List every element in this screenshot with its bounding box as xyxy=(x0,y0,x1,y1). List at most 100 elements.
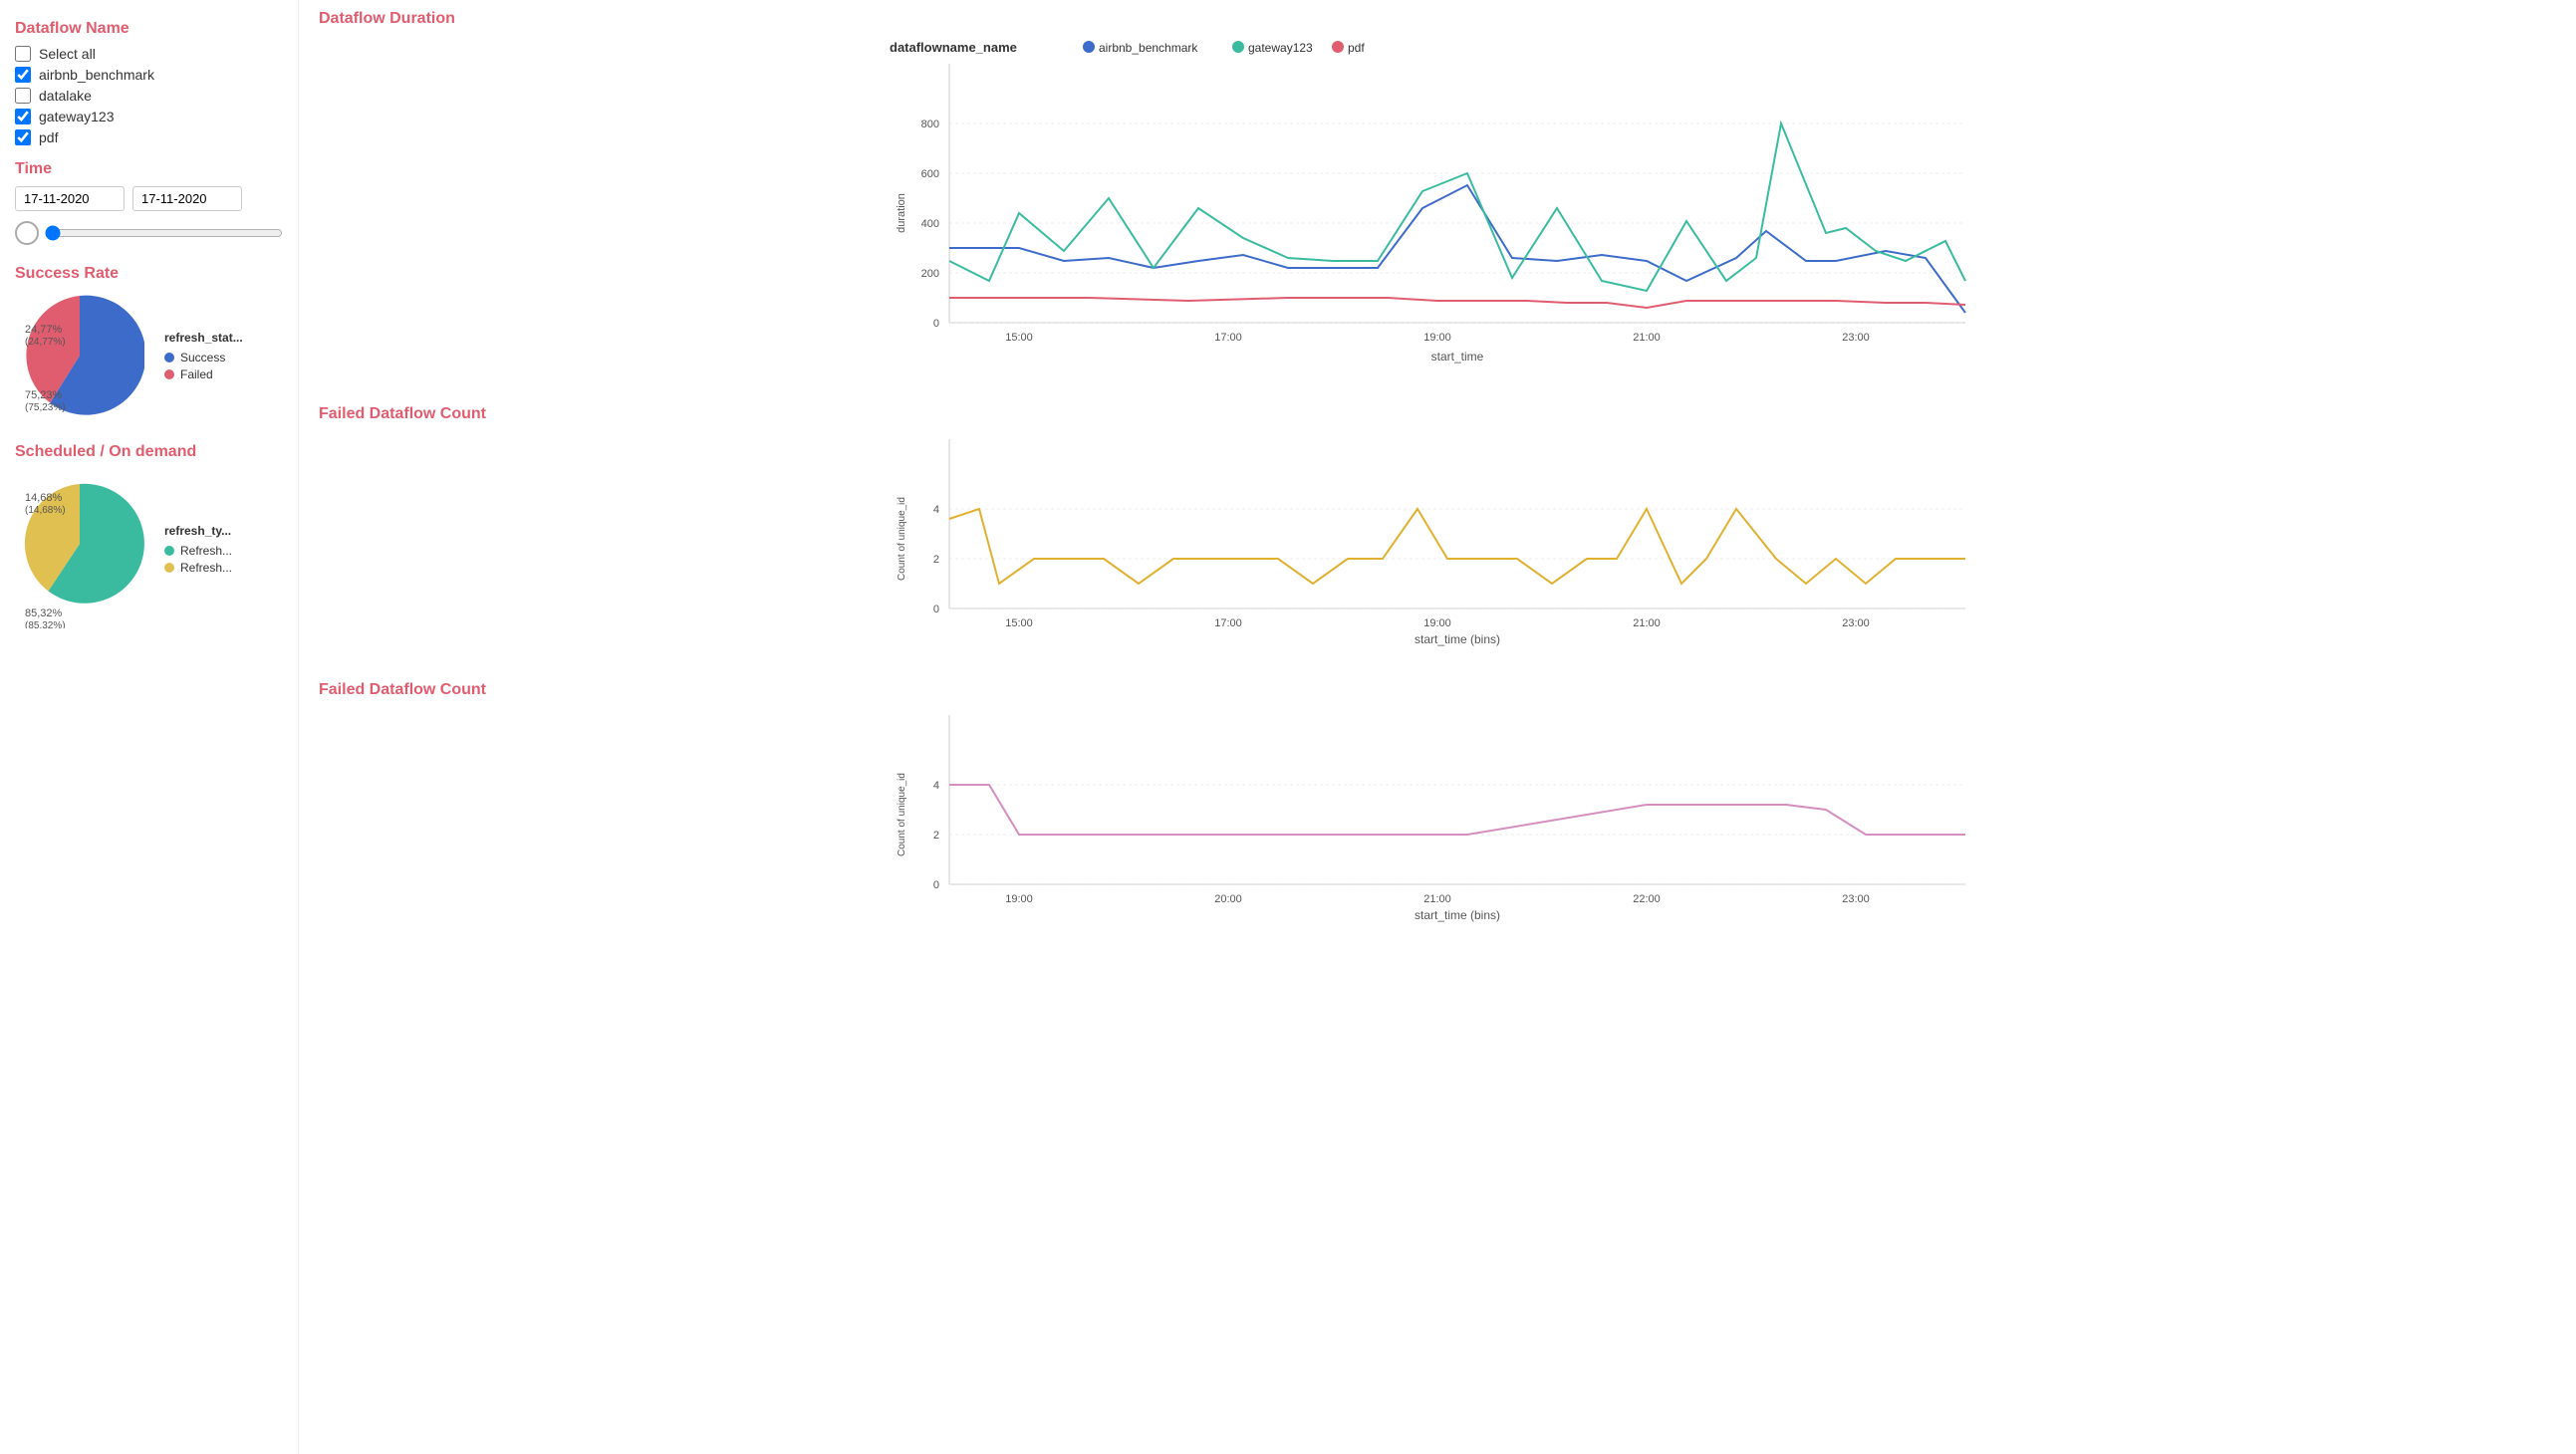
svg-text:85,32%: 85,32% xyxy=(25,607,63,619)
scheduled-legend: refresh_ty... Refresh... Refresh... xyxy=(164,524,232,578)
success-rate-pie-wrapper: 24,77% (24,77%) 75,23% (75,23%) xyxy=(15,291,144,423)
svg-text:2: 2 xyxy=(933,830,939,842)
success-rate-pie: 24,77% (24,77%) 75,23% (75,23%) xyxy=(15,291,144,420)
refresh2-label: Refresh... xyxy=(180,561,232,575)
svg-text:(75,23%): (75,23%) xyxy=(25,402,66,413)
refresh1-dot xyxy=(164,546,174,556)
legend-failed: Failed xyxy=(164,367,243,381)
main-content: Dataflow Duration dataflowname_name airb… xyxy=(299,0,2576,1454)
failed-dot xyxy=(164,369,174,379)
svg-text:19:00: 19:00 xyxy=(1423,617,1451,629)
slider-container xyxy=(15,221,283,245)
svg-text:start_time (bins): start_time (bins) xyxy=(1415,908,1500,922)
failed-count-2-chart: Failed Dataflow Count 0 2 4 Count of uni… xyxy=(319,681,2556,927)
time-section: Time xyxy=(15,160,283,245)
select-all-checkbox[interactable] xyxy=(15,46,31,62)
success-rate-legend: refresh_stat... Success Failed xyxy=(164,331,243,384)
scheduled-legend-title: refresh_ty... xyxy=(164,524,232,538)
pdf-checkbox[interactable] xyxy=(15,129,31,145)
svg-text:19:00: 19:00 xyxy=(1005,893,1033,905)
pdf-label: pdf xyxy=(39,129,58,145)
pdf-row[interactable]: pdf xyxy=(15,129,283,145)
failed-count-1-svg: 0 2 4 Count of unique_id 15:00 17:00 19:… xyxy=(319,429,2556,648)
pie-label-failed-pct: 24,77% xyxy=(25,324,63,336)
failed-count-1-chart: Failed Dataflow Count 0 2 4 Count of uni… xyxy=(319,405,2556,651)
time-slider[interactable] xyxy=(45,225,283,241)
select-all-label: Select all xyxy=(39,46,96,62)
dataflow-name-title: Dataflow Name xyxy=(15,20,283,38)
svg-text:(14,68%): (14,68%) xyxy=(25,505,66,516)
svg-text:(85,32%): (85,32%) xyxy=(25,620,66,628)
gateway-checkbox[interactable] xyxy=(15,109,31,124)
airbnb-label: airbnb_benchmark xyxy=(39,67,154,83)
scheduled-pie-section: 14,68% (14,68%) 85,32% (85,32%) refresh_… xyxy=(15,469,283,631)
date-end-input[interactable] xyxy=(132,186,242,211)
svg-text:21:00: 21:00 xyxy=(1633,332,1661,344)
svg-text:21:00: 21:00 xyxy=(1633,617,1661,629)
success-label: Success xyxy=(180,351,225,364)
scheduled-section: Scheduled / On demand 14,68% (14,68%) 85… xyxy=(15,443,283,631)
failed-count-2-title: Failed Dataflow Count xyxy=(319,681,2556,699)
svg-text:19:00: 19:00 xyxy=(1423,332,1451,344)
svg-text:dataflowname_name: dataflowname_name xyxy=(890,40,1017,55)
success-rate-legend-title: refresh_stat... xyxy=(164,331,243,345)
svg-text:23:00: 23:00 xyxy=(1842,617,1870,629)
svg-text:800: 800 xyxy=(921,119,939,130)
svg-text:17:00: 17:00 xyxy=(1214,332,1242,344)
sidebar: Dataflow Name Select all airbnb_benchmar… xyxy=(0,0,299,1454)
svg-text:0: 0 xyxy=(933,879,939,891)
svg-text:200: 200 xyxy=(921,268,939,280)
svg-text:15:00: 15:00 xyxy=(1005,332,1033,344)
scheduled-pie-wrapper: 14,68% (14,68%) 85,32% (85,32%) xyxy=(15,469,144,631)
pie-label-success-pct: 75,23% xyxy=(25,389,63,401)
svg-text:gateway123: gateway123 xyxy=(1248,41,1313,55)
dataflow-duration-chart: Dataflow Duration dataflowname_name airb… xyxy=(319,10,2556,375)
svg-text:4: 4 xyxy=(933,780,939,792)
svg-text:0: 0 xyxy=(933,604,939,615)
svg-text:23:00: 23:00 xyxy=(1842,893,1870,905)
select-all-row[interactable]: Select all xyxy=(15,46,283,62)
airbnb-row[interactable]: airbnb_benchmark xyxy=(15,67,283,83)
time-title: Time xyxy=(15,160,283,178)
refresh2-dot xyxy=(164,563,174,573)
scheduled-pie: 14,68% (14,68%) 85,32% (85,32%) xyxy=(15,469,144,628)
svg-text:duration: duration xyxy=(896,193,907,233)
svg-text:airbnb_benchmark: airbnb_benchmark xyxy=(1099,41,1198,55)
airbnb-checkbox[interactable] xyxy=(15,67,31,83)
datalake-row[interactable]: datalake xyxy=(15,88,283,104)
svg-text:20:00: 20:00 xyxy=(1214,893,1242,905)
svg-text:pdf: pdf xyxy=(1348,41,1365,55)
svg-text:Count of unique_id: Count of unique_id xyxy=(897,773,907,856)
datalake-checkbox[interactable] xyxy=(15,88,31,104)
svg-text:400: 400 xyxy=(921,218,939,230)
failed-count-1-title: Failed Dataflow Count xyxy=(319,405,2556,423)
success-rate-section: Success Rate 24,77% (24,77%) 75,23% (75,… xyxy=(15,265,283,423)
legend-success: Success xyxy=(164,351,243,364)
scheduled-title: Scheduled / On demand xyxy=(15,443,283,461)
success-dot xyxy=(164,353,174,363)
dataflow-duration-svg: dataflowname_name airbnb_benchmark gatew… xyxy=(319,34,2556,372)
svg-text:start_time (bins): start_time (bins) xyxy=(1415,632,1500,646)
failed-count-2-svg: 0 2 4 Count of unique_id 19:00 20:00 21:… xyxy=(319,705,2556,924)
svg-text:22:00: 22:00 xyxy=(1633,893,1661,905)
svg-text:(24,77%): (24,77%) xyxy=(25,337,66,348)
date-start-input[interactable] xyxy=(15,186,125,211)
svg-text:23:00: 23:00 xyxy=(1842,332,1870,344)
svg-text:21:00: 21:00 xyxy=(1423,893,1451,905)
svg-text:15:00: 15:00 xyxy=(1005,617,1033,629)
gateway-label: gateway123 xyxy=(39,109,115,124)
dataflow-duration-title: Dataflow Duration xyxy=(319,10,2556,28)
date-inputs xyxy=(15,186,283,211)
legend-refresh2: Refresh... xyxy=(164,561,232,575)
svg-text:2: 2 xyxy=(933,554,939,566)
svg-text:0: 0 xyxy=(933,318,939,330)
svg-text:start_time: start_time xyxy=(1431,350,1484,364)
svg-text:Count of unique_id: Count of unique_id xyxy=(897,497,907,581)
svg-text:4: 4 xyxy=(933,504,939,516)
success-rate-pie-section: 24,77% (24,77%) 75,23% (75,23%) refresh_… xyxy=(15,291,283,423)
gateway-row[interactable]: gateway123 xyxy=(15,109,283,124)
success-rate-title: Success Rate xyxy=(15,265,283,283)
failed-label: Failed xyxy=(180,367,213,381)
slider-thumb[interactable] xyxy=(15,221,39,245)
datalake-label: datalake xyxy=(39,88,92,104)
